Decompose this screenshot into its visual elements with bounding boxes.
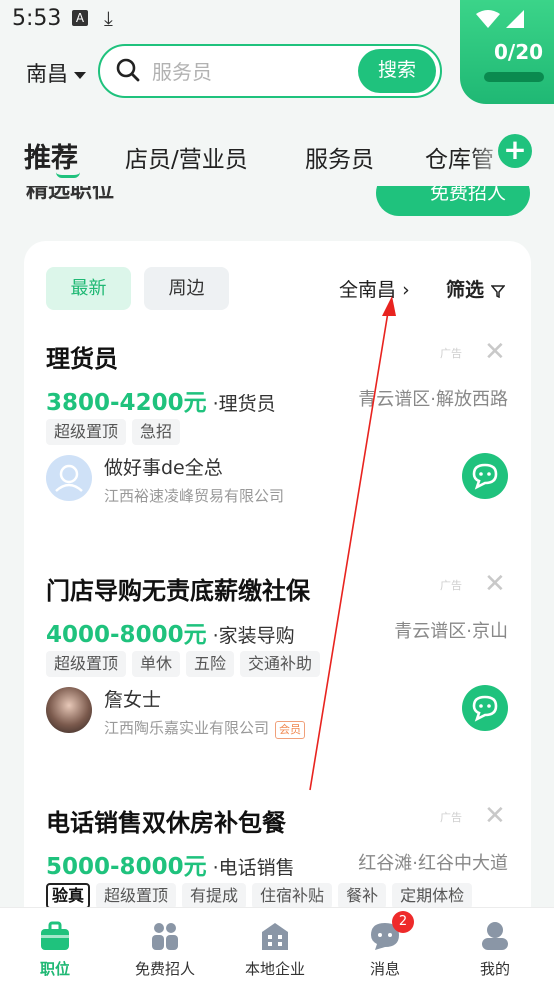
- nav-companies-label: 本地企业: [244, 960, 305, 978]
- job-tag: 急招: [132, 419, 181, 445]
- close-icon[interactable]: ✕: [484, 337, 506, 367]
- job-tags: 验真 超级置顶 有提成 住宿补贴 餐补 定期体检: [46, 883, 478, 909]
- job-tag: 超级置顶: [46, 651, 127, 677]
- salary-range: 3800-4200元: [46, 390, 207, 416]
- job-tag: 餐补: [338, 883, 387, 909]
- job-tag: 住宿补贴: [252, 883, 333, 909]
- job-item[interactable]: 门店导购无责底薪缴社保 广告 ✕ 4000-8000元 ·家装导购 青云谱区·京山…: [24, 569, 531, 801]
- job-title: 电话销售双休房补包餐: [46, 809, 286, 837]
- filter-latest[interactable]: 最新: [46, 267, 131, 310]
- job-tag: 单休: [132, 651, 181, 677]
- close-icon[interactable]: ✕: [484, 569, 506, 599]
- salary: 5000-8000元 ·电话销售: [46, 847, 295, 881]
- search-button[interactable]: 搜索: [358, 49, 436, 93]
- nav-recruit-label: 免费招人: [134, 960, 195, 978]
- notification-a-icon: A: [72, 10, 88, 26]
- search-box[interactable]: 搜索: [98, 44, 442, 98]
- tab-active-indicator: [56, 172, 80, 178]
- job-title: 理货员: [46, 345, 118, 373]
- job-tags: 超级置顶 单休 五险 交通补助: [46, 651, 326, 677]
- download-icon: ⤓: [104, 6, 113, 30]
- category-tabs: 推荐 店员/营业员 服务员 仓库管: [0, 130, 554, 186]
- ad-label: 广告: [440, 811, 462, 824]
- tab-waiter[interactable]: 服务员: [305, 140, 374, 174]
- job-tag: 定期体检: [392, 883, 473, 909]
- chevron-right-icon: ›: [402, 279, 410, 301]
- member-badge: 会员: [275, 721, 306, 739]
- profile-icon: [482, 922, 508, 950]
- filter-button[interactable]: 筛选: [446, 275, 506, 302]
- salary: 3800-4200元 ·理货员: [46, 383, 276, 417]
- nav-messages-label: 消息: [369, 960, 400, 978]
- job-list-card: 最新 周边 全南昌 › 筛选 理货员 广告 ✕ 3800-4200元 ·理货员 青…: [24, 241, 531, 981]
- ad-label: 广告: [440, 347, 462, 360]
- unread-badge: 2: [392, 911, 414, 933]
- add-tab-button[interactable]: +: [498, 134, 532, 168]
- city-selector[interactable]: 南昌: [26, 58, 86, 88]
- free-recruit-button[interactable]: 免费招人: [376, 186, 530, 216]
- job-location: 青云谱区·京山: [394, 621, 508, 642]
- signal-icon: [476, 10, 524, 28]
- search-input[interactable]: [152, 58, 352, 86]
- funnel-icon: [490, 284, 506, 298]
- job-tags: 超级置顶 急招: [46, 419, 186, 445]
- caret-down-icon: [74, 71, 86, 79]
- salary-range: 5000-8000元: [46, 854, 207, 880]
- search-icon: [116, 58, 140, 82]
- job-tag: 交通补助: [240, 651, 321, 677]
- bottom-nav: 职位 免费招人 本地企业 2 消息 我的: [0, 907, 554, 984]
- chat-bubble-icon: [472, 463, 498, 490]
- job-item[interactable]: 理货员 广告 ✕ 3800-4200元 ·理货员 青云谱区·解放西路 超级置顶 急招…: [24, 337, 531, 569]
- ad-label: 广告: [440, 579, 462, 592]
- job-title: 门店导购无责底薪缴社保: [46, 577, 310, 605]
- nav-companies[interactable]: 本地企业: [220, 908, 330, 984]
- job-location: 红谷滩·红谷中大道: [358, 853, 508, 874]
- briefcase-icon: [41, 921, 69, 950]
- job-tag: 五险: [186, 651, 235, 677]
- salary-range: 4000-8000元: [46, 622, 207, 648]
- filter-city[interactable]: 全南昌 ›: [339, 275, 410, 302]
- chat-button[interactable]: [462, 453, 508, 499]
- tab-clerk[interactable]: 店员/营业员: [125, 140, 248, 174]
- people-icon: [152, 923, 178, 950]
- contact-name: 做好事de全总: [104, 457, 223, 479]
- company-label: 江西陶乐嘉实业有限公司: [104, 719, 270, 737]
- filter-button-label: 筛选: [446, 279, 485, 301]
- status-time: 5:53: [12, 6, 62, 31]
- avatar[interactable]: [46, 455, 92, 501]
- job-role: ·电话销售: [212, 857, 295, 879]
- job-role: ·理货员: [212, 393, 276, 415]
- avatar[interactable]: [46, 687, 92, 733]
- timer-progress: [484, 72, 544, 82]
- nav-jobs[interactable]: 职位: [0, 908, 110, 984]
- chat-bubble-icon: [472, 695, 498, 722]
- nav-profile-label: 我的: [479, 960, 510, 978]
- job-location: 青云谱区·解放西路: [358, 389, 508, 410]
- job-tag: 超级置顶: [46, 419, 127, 445]
- job-tag: 有提成: [182, 883, 247, 909]
- contact-name: 詹女士: [104, 689, 162, 711]
- timer-count: 0/20: [494, 40, 544, 64]
- job-role: ·家装导购: [212, 625, 295, 647]
- tab-recommend[interactable]: 推荐: [24, 136, 78, 175]
- nav-profile[interactable]: 我的: [440, 908, 550, 984]
- featured-title: 精选职位: [26, 186, 115, 203]
- salary: 4000-8000元 ·家装导购: [46, 615, 295, 649]
- job-tag: 超级置顶: [96, 883, 177, 909]
- filter-city-label: 全南昌: [339, 279, 397, 301]
- city-label: 南昌: [26, 62, 68, 86]
- filter-nearby[interactable]: 周边: [144, 267, 229, 310]
- company-name: 江西陶乐嘉实业有限公司 会员: [104, 717, 306, 739]
- verified-tag: 验真: [46, 883, 91, 909]
- nav-jobs-label: 职位: [39, 960, 70, 978]
- nav-messages[interactable]: 2 消息: [330, 908, 440, 984]
- chat-button[interactable]: [462, 685, 508, 731]
- company-name: 江西裕速凌峰贸易有限公司: [104, 487, 285, 505]
- featured-peek: 精选职位 免费招人: [0, 186, 554, 216]
- close-icon[interactable]: ✕: [484, 801, 506, 831]
- default-avatar-icon: [55, 464, 83, 492]
- nav-recruit[interactable]: 免费招人: [110, 908, 220, 984]
- building-icon: [262, 923, 288, 950]
